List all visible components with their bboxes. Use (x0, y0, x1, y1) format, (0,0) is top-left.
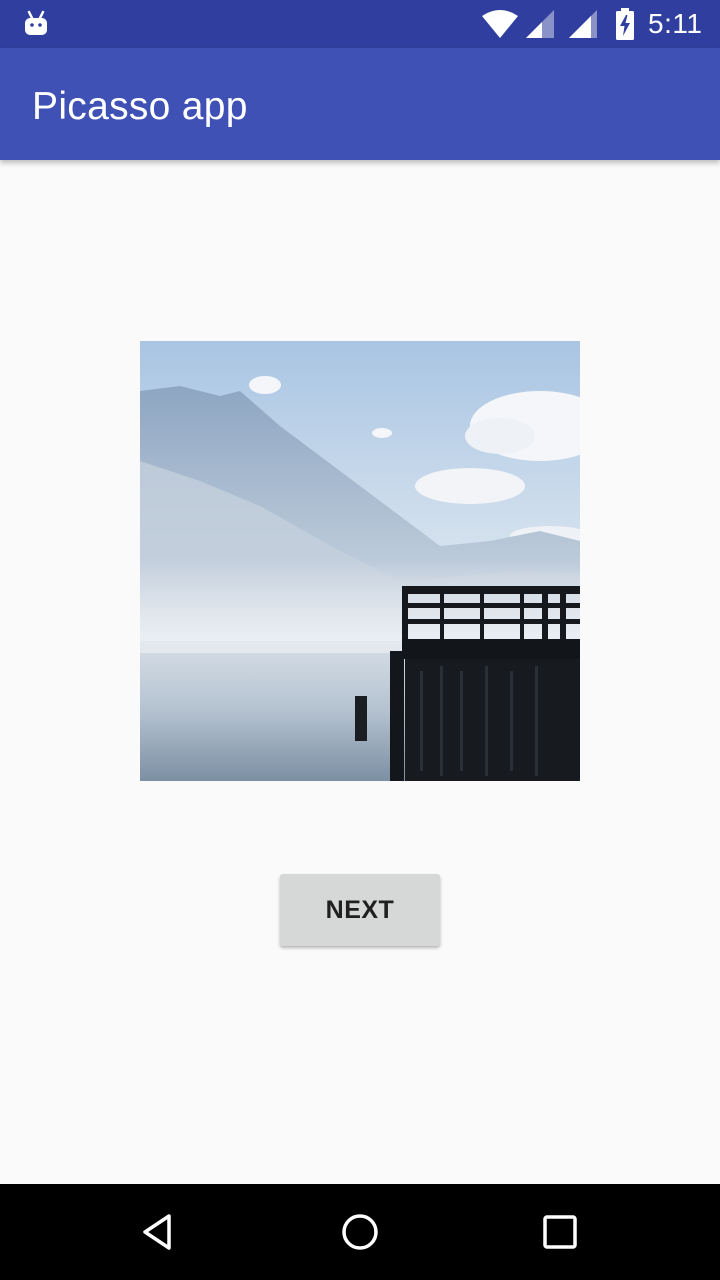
app-bar: Picasso app (0, 48, 720, 160)
battery-charging-icon (616, 8, 634, 40)
next-button[interactable]: NEXT (280, 874, 440, 946)
cell-signal-icon (569, 10, 597, 38)
cell-signal-icon (526, 10, 554, 38)
android-icon (25, 10, 47, 35)
lake-pier-image (140, 341, 580, 781)
navigation-bar (0, 1184, 720, 1280)
status-bar: 5:11 (0, 0, 720, 48)
wifi-icon (482, 10, 518, 38)
status-time: 5:11 (648, 8, 703, 39)
recents-icon[interactable] (536, 1208, 584, 1256)
back-icon[interactable] (136, 1208, 184, 1256)
home-icon[interactable] (336, 1208, 384, 1256)
app-title: Picasso app (32, 85, 248, 128)
